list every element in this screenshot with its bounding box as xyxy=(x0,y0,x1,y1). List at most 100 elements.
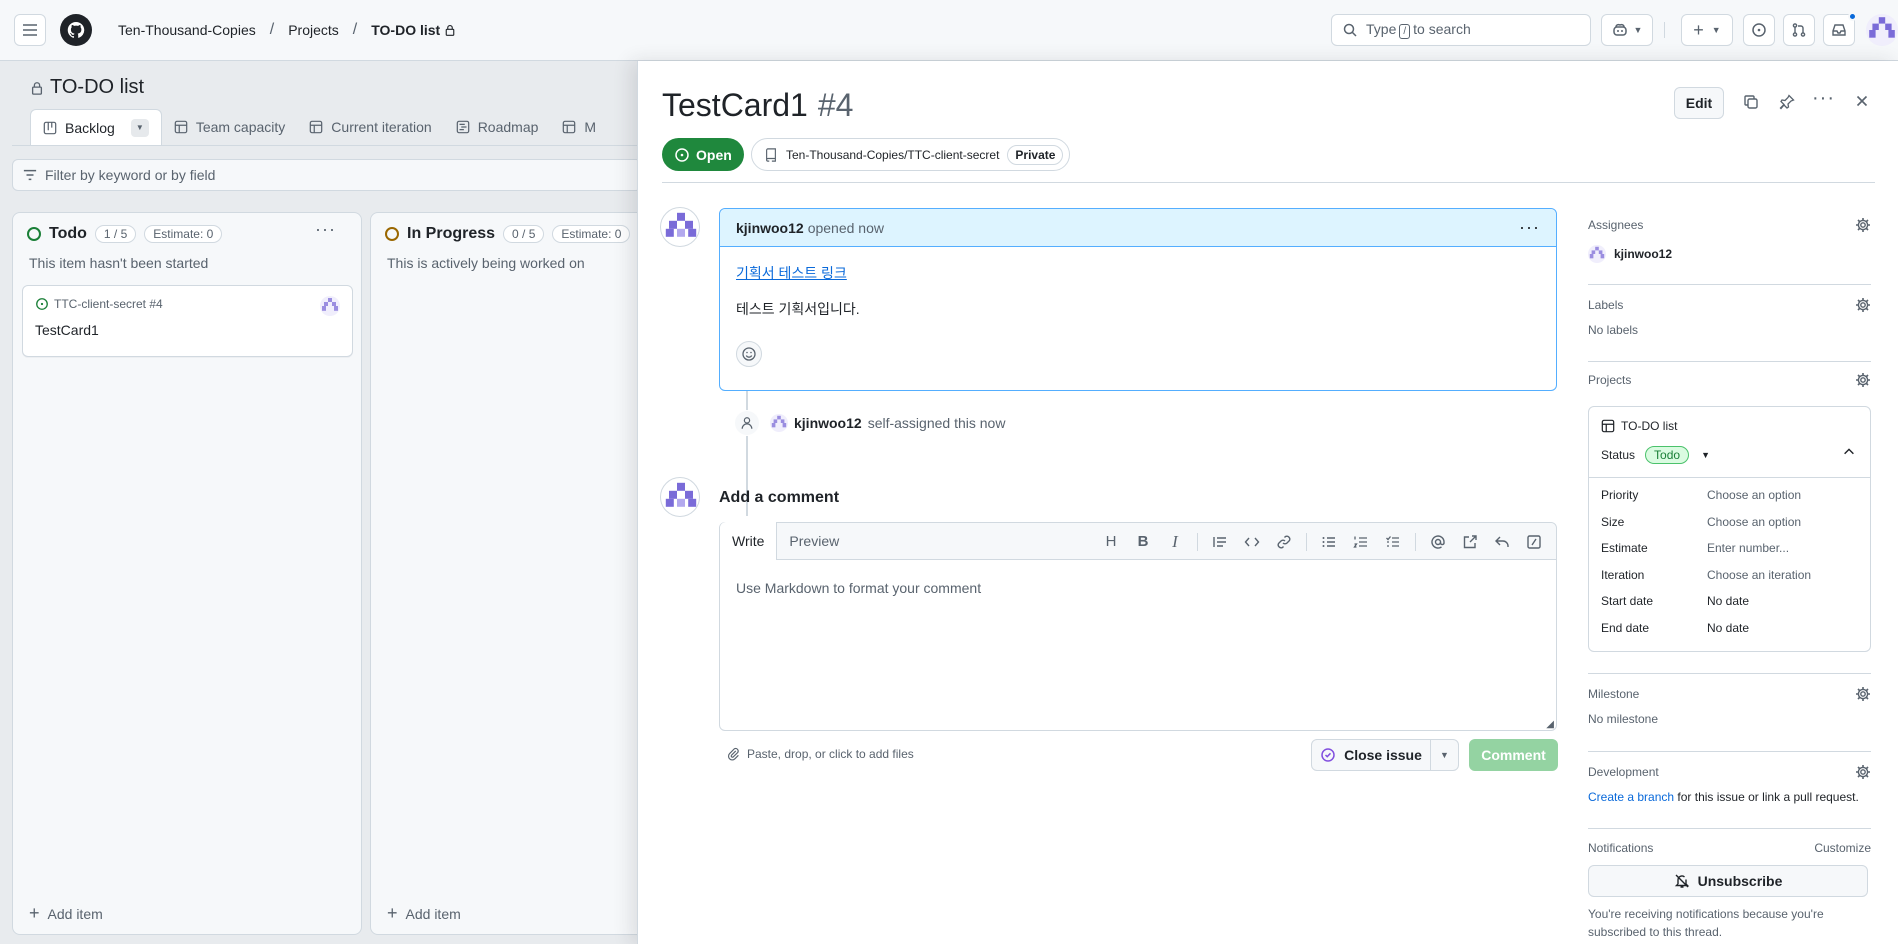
notifications-label: Notifications xyxy=(1588,841,1654,855)
field-row[interactable]: Priority Choose an option xyxy=(1589,482,1870,509)
issues-button[interactable] xyxy=(1743,14,1775,46)
attach-files[interactable]: Paste, drop, or click to add files xyxy=(727,747,914,761)
notifications-section: Notifications Customize Unsubscribe You'… xyxy=(1588,841,1871,941)
status-value[interactable]: Todo xyxy=(1645,446,1690,464)
search-input[interactable]: Type / to search xyxy=(1331,14,1591,46)
customize-link[interactable]: Customize xyxy=(1814,841,1871,855)
gear-icon[interactable] xyxy=(1855,217,1871,233)
identicon-icon xyxy=(771,415,787,428)
copilot-button[interactable]: ▼ xyxy=(1601,14,1653,46)
card-title: TestCard1 xyxy=(35,322,99,338)
quote-icon[interactable] xyxy=(1206,528,1234,556)
link-icon[interactable] xyxy=(1270,528,1298,556)
unordered-list-icon[interactable] xyxy=(1315,528,1343,556)
table-icon xyxy=(563,120,576,134)
comment-link[interactable]: 기획서 테스트 링크 xyxy=(736,263,1540,283)
slash-commands-icon[interactable] xyxy=(1520,528,1548,556)
lock-icon xyxy=(445,24,455,36)
close-issue-options-button[interactable]: ▼ xyxy=(1430,739,1459,771)
labels-section: Labels No labels xyxy=(1588,297,1871,337)
inbox-button[interactable] xyxy=(1823,12,1857,46)
edit-button[interactable]: Edit xyxy=(1674,87,1724,119)
add-item-button[interactable]: + Add item xyxy=(29,903,103,924)
comment-menu-icon[interactable]: ··· xyxy=(1519,217,1540,238)
task-list-icon[interactable] xyxy=(1379,528,1407,556)
reply-icon[interactable] xyxy=(1488,528,1516,556)
event-actor[interactable]: kjinwoo12 xyxy=(794,415,862,431)
inbox-icon xyxy=(1832,24,1846,36)
cross-reference-icon[interactable] xyxy=(1456,528,1484,556)
board-card[interactable]: TTC-client-secret #4 TestCard1 xyxy=(22,285,353,357)
tab-backlog[interactable]: Backlog ▼ xyxy=(30,109,162,145)
app-header: Ten-Thousand-Copies / Projects / TO-DO l… xyxy=(0,0,1898,61)
italic-icon[interactable]: I xyxy=(1161,528,1189,556)
ordered-list-icon[interactable] xyxy=(1347,528,1375,556)
tab-preview[interactable]: Preview xyxy=(777,522,851,559)
field-name: Estimate xyxy=(1601,541,1648,556)
close-issue-button[interactable]: Close issue xyxy=(1311,739,1431,771)
event-text: self-assigned this now xyxy=(867,415,1006,431)
create-new-button[interactable]: + ▼ xyxy=(1681,14,1733,46)
project-title-text: TO-DO list xyxy=(50,76,145,98)
gear-icon[interactable] xyxy=(1855,297,1871,313)
comment-button[interactable]: Comment xyxy=(1469,739,1558,771)
comment-author[interactable]: kjinwoo12 xyxy=(736,220,804,236)
plus-icon: + xyxy=(29,903,40,923)
mention-icon[interactable] xyxy=(1424,528,1452,556)
column-menu-icon[interactable]: ··· xyxy=(315,219,336,240)
column-header: In Progress 0 / 5 Estimate: 0 xyxy=(385,225,631,243)
add-item-button[interactable]: + Add item xyxy=(387,903,461,924)
field-row[interactable]: Start date No date xyxy=(1589,588,1870,615)
pin-icon[interactable] xyxy=(1779,94,1795,113)
field-value: Choose an option xyxy=(1707,514,1802,529)
more-options-icon[interactable]: ··· xyxy=(1812,87,1835,110)
header-divider xyxy=(1664,22,1665,38)
comment-meta: opened now xyxy=(807,219,884,236)
assignee-avatar xyxy=(1588,245,1606,263)
gear-icon[interactable] xyxy=(1855,764,1871,780)
create-branch-link[interactable]: Create a branch xyxy=(1588,790,1674,804)
gear-icon[interactable] xyxy=(1855,372,1871,388)
project-name[interactable]: TO-DO list xyxy=(1621,419,1677,433)
unsubscribe-button[interactable]: Unsubscribe xyxy=(1588,865,1868,897)
repository-link[interactable]: Ten-Thousand-Copies/TTC-client-secret Pr… xyxy=(751,138,1071,171)
tab-write[interactable]: Write xyxy=(720,522,778,560)
gear-icon[interactable] xyxy=(1855,686,1871,702)
hamburger-icon xyxy=(23,24,37,36)
menu-button[interactable] xyxy=(14,14,46,46)
copy-icon[interactable] xyxy=(1743,94,1759,113)
tab-roadmap[interactable]: Roadmap xyxy=(444,109,551,145)
comment-textarea[interactable]: Use Markdown to format your comment xyxy=(736,580,981,596)
tab-team-capacity[interactable]: Team capacity xyxy=(162,109,297,145)
status-label: Status xyxy=(1601,448,1636,462)
pull-requests-button[interactable] xyxy=(1783,14,1815,46)
field-row[interactable]: Estimate Enter number... xyxy=(1589,535,1870,562)
assignees-section: Assignees kjinwoo12 xyxy=(1588,217,1871,263)
breadcrumb-org[interactable]: Ten-Thousand-Copies xyxy=(118,22,256,38)
breadcrumb-projects[interactable]: Projects xyxy=(288,22,339,38)
bold-icon[interactable]: B xyxy=(1129,528,1157,556)
field-row[interactable]: Iteration Choose an iteration xyxy=(1589,562,1870,589)
field-row[interactable]: End date No date xyxy=(1589,615,1870,642)
author-avatar[interactable] xyxy=(660,207,700,247)
chevron-up-icon[interactable] xyxy=(1842,445,1856,462)
filter-input[interactable]: Filter by keyword or by field xyxy=(12,159,642,191)
user-avatar[interactable] xyxy=(1866,14,1898,46)
add-reaction-button[interactable] xyxy=(736,341,762,367)
chevron-down-icon[interactable]: ▼ xyxy=(1701,450,1710,460)
tab-menu-button[interactable]: ▼ xyxy=(130,118,149,137)
current-user-avatar xyxy=(660,477,700,517)
breadcrumb-separator: / xyxy=(269,21,275,38)
tab-current-iteration[interactable]: Current iteration xyxy=(297,109,443,145)
breadcrumb-project[interactable]: TO-DO list xyxy=(371,22,440,38)
assignee-name[interactable]: kjinwoo12 xyxy=(1614,247,1672,261)
tab-more[interactable]: M xyxy=(550,109,608,145)
close-icon[interactable] xyxy=(1854,93,1870,112)
field-row[interactable]: Size Choose an option xyxy=(1589,509,1870,536)
github-logo-icon[interactable] xyxy=(60,14,92,46)
assignees-label: Assignees xyxy=(1588,218,1644,232)
chevron-down-icon: ▼ xyxy=(1633,25,1643,35)
heading-icon[interactable]: H xyxy=(1097,528,1125,556)
code-icon[interactable] xyxy=(1238,528,1266,556)
resize-handle-icon[interactable]: ◢ xyxy=(1546,719,1554,730)
